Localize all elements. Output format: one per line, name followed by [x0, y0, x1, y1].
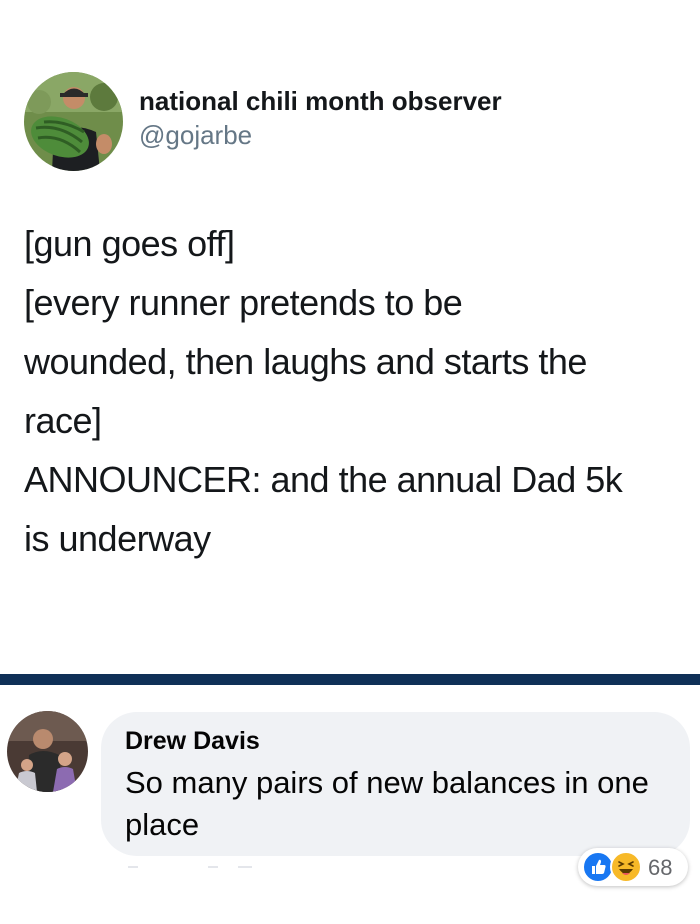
comment-actions-faint — [128, 857, 268, 868]
tweet-line: is underway — [24, 518, 211, 559]
tweet-avatar[interactable] — [24, 72, 123, 171]
section-divider — [0, 674, 700, 685]
avatar-photo-icon — [7, 711, 88, 792]
haha-icon — [610, 851, 642, 883]
reaction-count: 68 — [648, 855, 673, 880]
comment-author-name[interactable]: Drew Davis — [125, 727, 260, 756]
comment-avatar[interactable] — [7, 711, 88, 792]
tweet-line: [every runner pretends to be — [24, 282, 463, 323]
comment-text: So many pairs of new balances in one pla… — [125, 765, 649, 842]
tweet-line: [gun goes off] — [24, 223, 235, 264]
avatar-photo-icon — [24, 72, 123, 171]
tweet-text: [gun goes off] [every runner pretends to… — [24, 214, 684, 568]
tweet-line: race] — [24, 400, 102, 441]
comment-bubble: Drew Davis So many pairs of new balances… — [101, 712, 690, 856]
tweet-display-name[interactable]: national chili month observer — [139, 86, 502, 117]
tweet-line: wounded, then laughs and starts the — [24, 341, 587, 382]
comment-section: Drew Davis So many pairs of new balances… — [0, 685, 700, 924]
tweet-line: ANNOUNCER: and the annual Dad 5k — [24, 459, 623, 500]
tweet-handle[interactable]: @gojarbe — [139, 120, 252, 151]
reaction-summary[interactable]: 68 — [578, 848, 688, 886]
tweet-card: national chili month observer @gojarbe [… — [0, 0, 700, 674]
